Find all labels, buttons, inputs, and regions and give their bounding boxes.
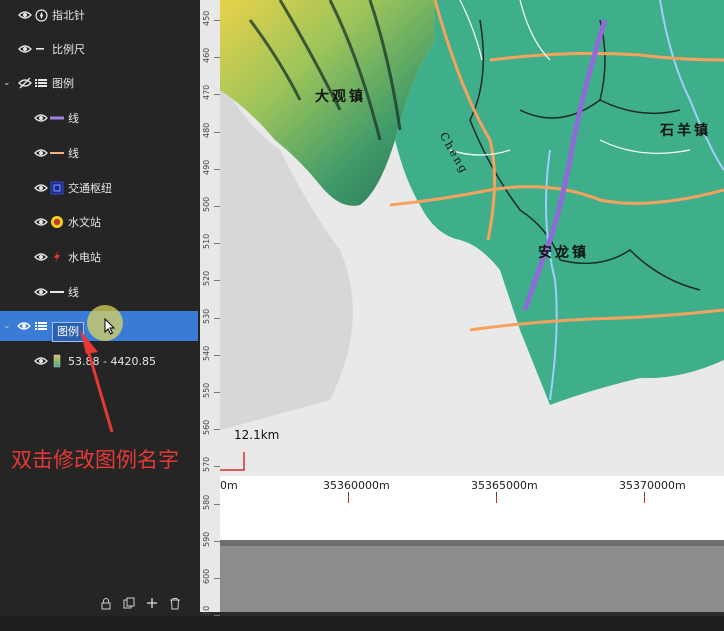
purple-line-symbol: [50, 111, 64, 125]
ruler-tick-label: 480: [202, 122, 211, 138]
legend-item-hydrology-station[interactable]: 水文站: [0, 207, 198, 237]
ruler-tick-label: 35370000m: [619, 479, 686, 492]
eye-icon[interactable]: [34, 285, 48, 299]
page-tick: [644, 496, 645, 503]
eye-icon[interactable]: [34, 111, 48, 125]
annotation-text: 双击修改图例名字: [11, 448, 179, 472]
layer-label: 线: [68, 112, 79, 125]
eye-icon[interactable]: [34, 146, 48, 160]
eye-icon[interactable]: [34, 181, 48, 195]
panel-toolbar: [0, 594, 198, 616]
page-tick: [348, 496, 349, 503]
chevron-down-icon[interactable]: ⌄: [3, 78, 11, 88]
hydropower-symbol: [50, 250, 64, 264]
eye-icon[interactable]: [18, 8, 32, 22]
layer-label: 线: [68, 147, 79, 160]
legend-list-icon: [34, 319, 48, 333]
copy-icon[interactable]: [121, 597, 137, 613]
ruler-tick-label: 470: [202, 85, 211, 101]
town-label-shiyang: 石羊镇: [660, 123, 711, 139]
layer-panel: 指北针 比例尺 ⌄ 图例 线 线 交通枢纽 水文站 水电站 线 ⌄ 图例 53.…: [0, 0, 200, 631]
orange-line-symbol: [50, 146, 64, 160]
lock-icon[interactable]: [98, 597, 114, 613]
ruler-tick-label: 570: [202, 457, 211, 473]
eye-icon[interactable]: [34, 354, 48, 368]
layer-label: 图例: [52, 77, 74, 90]
layer-row-compass[interactable]: 指北针: [0, 0, 198, 30]
transport-hub-symbol: [50, 181, 64, 195]
ruler-tick-label: 560: [202, 419, 211, 436]
eye-hidden-icon[interactable]: [18, 76, 32, 90]
layer-label: 指北针: [52, 9, 85, 22]
annotation-arrow: [80, 330, 114, 433]
map-canvas[interactable]: 大观镇 石羊镇 安龙镇 Cheng 12.1km 0m 35360000m 35…: [220, 0, 724, 612]
layer-label: 比例尺: [52, 43, 85, 56]
ruler-tick-label: 550: [202, 382, 211, 398]
layer-label: 水文站: [68, 216, 101, 229]
page-tick: [496, 496, 497, 503]
legend-item-transport-hub[interactable]: 交通枢纽: [0, 173, 198, 203]
legend-list-icon: [34, 76, 48, 90]
layer-label: 交通枢纽: [68, 182, 112, 195]
ruler-tick-label: 520: [202, 271, 211, 287]
legend-item-line-orange[interactable]: 线: [0, 138, 198, 168]
white-line-symbol: [50, 285, 64, 299]
ruler-tick-label: 530: [202, 308, 211, 324]
layer-label: 水电站: [68, 251, 101, 264]
scale-bar-icon: [34, 42, 48, 56]
canvas-background: [220, 540, 724, 612]
layout-page-margin: [220, 496, 724, 540]
eye-icon[interactable]: [17, 319, 31, 333]
town-label-anlong: 安龙镇: [538, 245, 589, 261]
ruler-tick-label: 600: [202, 568, 211, 584]
eye-icon[interactable]: [34, 215, 48, 229]
layer-row-scale-bar[interactable]: 比例尺: [0, 34, 198, 64]
ruler-tick-label: 490: [202, 159, 211, 175]
legend-item-line-purple[interactable]: 线: [0, 103, 198, 133]
scale-label: 12.1km: [234, 428, 280, 442]
ruler-tick-label: 540: [202, 345, 211, 361]
town-label-daguan: 大观镇: [315, 89, 366, 105]
layer-group-legend[interactable]: ⌄ 图例: [0, 68, 198, 98]
ruler-tick-label: 0m: [220, 479, 238, 492]
layer-label: 线: [68, 286, 79, 299]
add-icon[interactable]: [144, 597, 160, 613]
eye-icon[interactable]: [34, 250, 48, 264]
ruler-tick-label: 35360000m: [323, 479, 390, 492]
hydrology-station-symbol: [50, 215, 64, 229]
eye-icon[interactable]: [18, 42, 32, 56]
legend-item-hydropower[interactable]: 水电站: [0, 242, 198, 272]
ruler-tick-label: 35365000m: [471, 479, 538, 492]
ruler-tick-label: 450: [202, 10, 211, 26]
ruler-tick-label: 590: [202, 531, 211, 547]
ruler-tick-label: 500: [202, 196, 211, 212]
legend-item-line-white[interactable]: 线: [0, 277, 198, 307]
chevron-down-icon[interactable]: ⌄: [3, 321, 11, 331]
vertical-ruler: 450 460 470 480 490 500 510 520 530 540 550 560 570 5…: [200, 0, 221, 621]
compass-icon: [34, 8, 48, 22]
ruler-tick-label: 510: [202, 233, 211, 250]
horizontal-ruler: 0m 35360000m 35365000m 35370000m: [220, 476, 724, 497]
status-bar: [0, 616, 724, 631]
ruler-tick-label: 460: [202, 47, 211, 64]
ruler-tick-label: 580: [202, 494, 211, 510]
delete-icon[interactable]: [167, 597, 183, 613]
